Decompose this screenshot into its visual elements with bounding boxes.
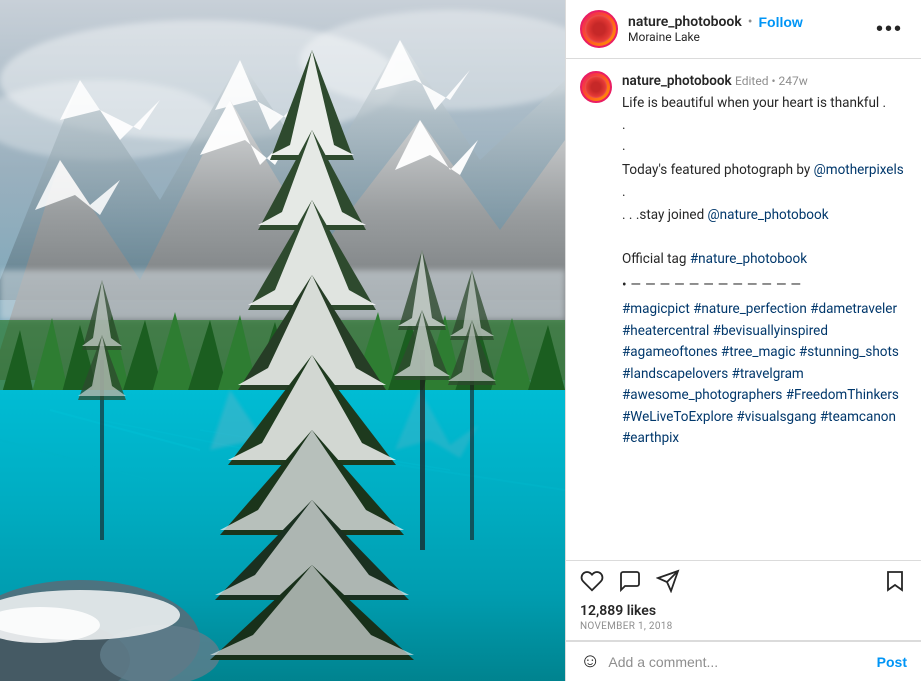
caption-stay: . . .stay joined @nature_photobook: [622, 205, 907, 227]
likes-count: 12,889 likes: [580, 603, 907, 619]
official-hashtag[interactable]: #nature_photobook: [690, 251, 807, 267]
hashtags: #magicpict #nature_perfection #dametrave…: [622, 299, 907, 450]
header-info: nature_photobook • Follow Moraine Lake: [628, 14, 862, 44]
official-tag-line: Official tag #nature_photobook: [622, 249, 907, 271]
post-actions: 12,889 likes NOVEMBER 1, 2018: [566, 561, 921, 641]
caption-text-block: nature_photobook Edited • 247w Life is b…: [622, 71, 907, 450]
caption-dot2: .: [622, 136, 907, 158]
post-header: nature_photobook • Follow Moraine Lake •…: [566, 0, 921, 59]
avatar[interactable]: [580, 10, 618, 48]
follow-button[interactable]: Follow: [758, 14, 802, 30]
info-panel: nature_photobook • Follow Moraine Lake •…: [565, 0, 921, 681]
header-username[interactable]: nature_photobook: [628, 14, 742, 30]
caption-username[interactable]: nature_photobook: [622, 73, 732, 89]
comment-button[interactable]: [618, 569, 642, 597]
caption-edited: Edited • 247w: [735, 74, 808, 88]
like-button[interactable]: [580, 569, 604, 597]
post-container: nature_photobook • Follow Moraine Lake •…: [0, 0, 921, 681]
separator: •————————————: [622, 275, 907, 295]
comment-input[interactable]: [608, 654, 868, 670]
post-image: [0, 0, 565, 681]
caption-dot3: .: [622, 182, 907, 204]
post-content: nature_photobook Edited • 247w Life is b…: [566, 59, 921, 561]
post-date: NOVEMBER 1, 2018: [580, 621, 907, 632]
post-location[interactable]: Moraine Lake: [628, 30, 862, 44]
action-icons-row: [580, 569, 907, 597]
hashtag-list[interactable]: #magicpict #nature_perfection #dametrave…: [622, 301, 899, 447]
add-comment-row: ☺ Post: [566, 641, 921, 681]
caption-featured: Today's featured photograph by @motherpi…: [622, 160, 907, 182]
mention-nature-photobook[interactable]: @nature_photobook: [708, 207, 829, 223]
comment-avatar[interactable]: [580, 71, 612, 103]
post-comment-button[interactable]: Post: [877, 654, 907, 670]
share-button[interactable]: [656, 569, 680, 597]
caption-block: nature_photobook Edited • 247w Life is b…: [580, 71, 907, 450]
more-options-button[interactable]: •••: [872, 18, 907, 41]
header-username-row: nature_photobook • Follow: [628, 14, 862, 30]
save-button[interactable]: [883, 569, 907, 597]
mention-motherpixels[interactable]: @motherpixels: [814, 162, 904, 178]
header-dot: •: [748, 14, 753, 30]
emoji-button[interactable]: ☺: [580, 650, 600, 673]
caption-line1: Life is beautiful when your heart is tha…: [622, 93, 907, 115]
caption-dot1: .: [622, 115, 907, 137]
